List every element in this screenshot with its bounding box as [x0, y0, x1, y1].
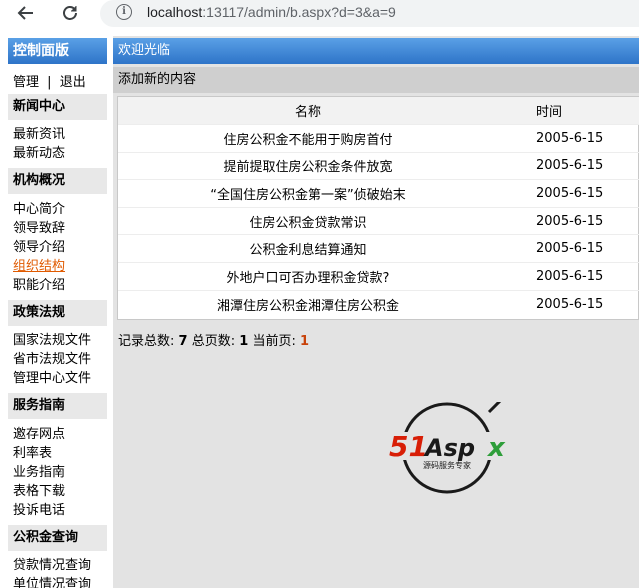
sidebar-item-forms[interactable]: 表格下载 [13, 482, 65, 501]
section-news: 新闻中心 [8, 94, 107, 120]
sidebar-title: 控制面版 [8, 38, 107, 64]
welcome-header: 欢迎光临 [113, 38, 639, 64]
sidebar-top-links: 管理 | 退出 [13, 71, 86, 90]
pages-count: 1 [239, 334, 249, 349]
section-org: 机构概况 [8, 168, 107, 194]
sidebar-item-center-rules[interactable]: 管理中心文件 [13, 369, 91, 388]
current-page: 1 [299, 334, 310, 349]
url-path: :13117/admin/b.aspx?d=3&a=9 [202, 4, 396, 20]
address-bar[interactable]: i localhost:13117/admin/b.aspx?d=3&a=9 [100, 0, 639, 27]
table-row: 外地户口可否办理积金贷款? 2005-6-15 [118, 262, 639, 291]
row-title[interactable]: 公积金利息结算通知 [118, 235, 498, 263]
section-service: 服务指南 [8, 393, 107, 419]
table-header-row: 名称 时间 [118, 97, 639, 125]
row-time: 2005-6-15 [536, 213, 604, 229]
section-query: 公积金查询 [8, 525, 107, 551]
table-row: “全国住房公积金第一案”侦破始末 2005-6-15 [118, 179, 639, 208]
sidebar-item-complaints[interactable]: 投诉电话 [13, 501, 65, 520]
pages-label: 总页数: [191, 334, 236, 349]
total-label: 记录总数: [118, 334, 175, 349]
column-header-time: 时间 [536, 105, 563, 121]
brand-logo: 51 Asp x 源码服务专家 [385, 402, 513, 494]
section-org-list: 中心简介 领导致辞 领导介绍 组织结构 职能介绍 [13, 200, 65, 295]
row-title[interactable]: 提前提取住房公积金条件放宽 [118, 152, 498, 180]
sidebar-item-leaders[interactable]: 领导介绍 [13, 238, 65, 257]
table-row: 住房公积金不能用于购房首付 2005-6-15 [118, 124, 639, 153]
sidebar-item-outlets[interactable]: 邀存网点 [13, 425, 65, 444]
section-policy-list: 国家法规文件 省市法规文件 管理中心文件 [13, 331, 91, 388]
sidebar: 控制面版 管理 | 退出 新闻中心 最新资讯 最新动态 机构概况 中心简介 领导… [0, 36, 107, 588]
sidebar-item-speech[interactable]: 领导致辞 [13, 219, 65, 238]
news-table: 名称 时间 住房公积金不能用于购房首付 2005-6-15 提前提取住房公积金条件… [117, 96, 639, 320]
url-text[interactable]: localhost:13117/admin/b.aspx?d=3&a=9 [147, 4, 396, 20]
site-info-icon[interactable]: i [116, 4, 132, 20]
sidebar-item-latest-news[interactable]: 最新动态 [13, 144, 65, 163]
row-time: 2005-6-15 [536, 241, 604, 257]
pagination-info: 记录总数: 7 总页数: 1 当前页: 1 [118, 330, 309, 349]
add-content-link[interactable]: 添加新的内容 [113, 67, 639, 93]
row-title[interactable]: 住房公积金贷款常识 [118, 207, 498, 235]
sidebar-item-functions[interactable]: 职能介绍 [13, 276, 65, 295]
logo-letter-x: x [486, 433, 506, 463]
row-time: 2005-6-15 [536, 296, 604, 312]
section-query-list: 贷款情况查询 单位情况查询 [13, 556, 91, 588]
section-news-list: 最新资讯 最新动态 [13, 125, 65, 163]
logo-tagline: 源码服务专家 [423, 460, 471, 470]
row-time: 2005-6-15 [536, 268, 604, 284]
link-separator: | [47, 75, 52, 90]
logo-number: 51 [389, 430, 428, 463]
section-policy: 政策法规 [8, 300, 107, 326]
row-time: 2005-6-15 [536, 130, 604, 146]
back-arrow-icon [17, 6, 33, 20]
table-row: 湘潭住房公积金湘潭住房公积金 2005-6-15 [118, 290, 639, 318]
current-label: 当前页: [252, 334, 296, 349]
sidebar-item-intro[interactable]: 中心简介 [13, 200, 65, 219]
table-row: 住房公积金贷款常识 2005-6-15 [118, 207, 639, 235]
logo-word: Asp [423, 434, 475, 462]
manage-link[interactable]: 管理 [13, 75, 39, 90]
reload-icon [63, 6, 77, 20]
table-row: 提前提取住房公积金条件放宽 2005-6-15 [118, 152, 639, 180]
sidebar-item-structure[interactable]: 组织结构 [13, 257, 65, 276]
main-content: 欢迎光临 添加新的内容 名称 时间 住房公积金不能用于购房首付 2005-6-15… [113, 36, 639, 588]
row-title[interactable]: 湘潭住房公积金湘潭住房公积金 [118, 290, 498, 318]
row-time: 2005-6-15 [536, 158, 604, 174]
reload-button[interactable] [58, 2, 82, 24]
row-title[interactable]: “全国住房公积金第一案”侦破始末 [118, 180, 498, 208]
total-count: 7 [178, 334, 188, 349]
column-header-name: 名称 [294, 105, 321, 121]
row-time: 2005-6-15 [536, 186, 604, 202]
browser-toolbar: i localhost:13117/admin/b.aspx?d=3&a=9 [0, 0, 639, 28]
sidebar-item-latest-info[interactable]: 最新资讯 [13, 125, 65, 144]
back-button[interactable] [14, 2, 38, 24]
table-row: 公积金利息结算通知 2005-6-15 [118, 234, 639, 263]
sidebar-item-loan-query[interactable]: 贷款情况查询 [13, 556, 91, 575]
sidebar-item-unit-query[interactable]: 单位情况查询 [13, 575, 91, 588]
sidebar-item-rates[interactable]: 利率表 [13, 444, 65, 463]
section-service-list: 邀存网点 利率表 业务指南 表格下载 投诉电话 [13, 425, 65, 520]
row-title[interactable]: 住房公积金不能用于购房首付 [118, 125, 498, 153]
url-host: localhost [147, 4, 203, 20]
sidebar-item-national-rules[interactable]: 国家法规文件 [13, 331, 91, 350]
sidebar-item-city-rules[interactable]: 省市法规文件 [13, 350, 91, 369]
row-title[interactable]: 外地户口可否办理积金贷款? [118, 263, 498, 291]
logout-link[interactable]: 退出 [60, 75, 86, 90]
sidebar-item-guide[interactable]: 业务指南 [13, 463, 65, 482]
